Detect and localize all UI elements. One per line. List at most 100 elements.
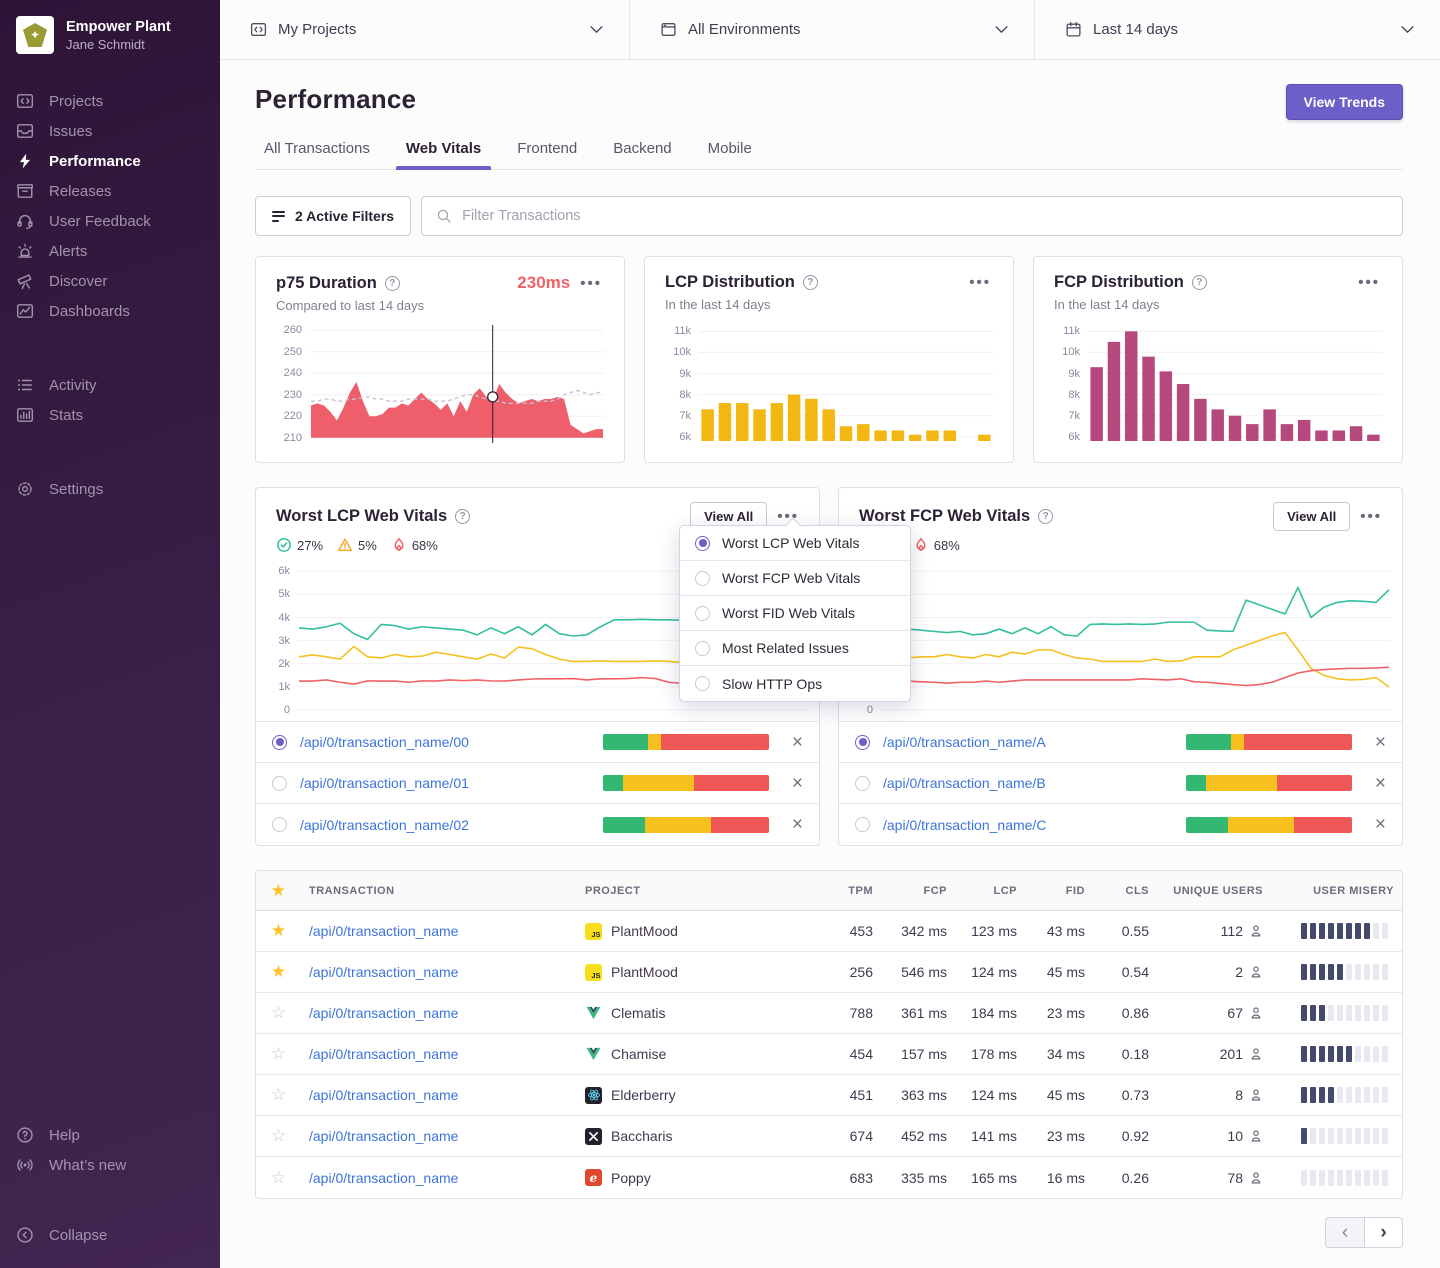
column-header[interactable]: TRANSACTION — [301, 885, 577, 897]
environment-filter-dropdown[interactable]: All Environments — [630, 0, 1035, 59]
star-icon[interactable]: ☆ — [271, 1003, 286, 1022]
project-cell[interactable]: Chamise — [577, 1046, 821, 1063]
column-header[interactable]: TPM — [821, 885, 881, 897]
card-menu-button[interactable]: ••• — [967, 273, 993, 292]
transaction-link[interactable]: /api/0/transaction_name/00 — [300, 734, 469, 750]
transaction-radio[interactable] — [855, 776, 870, 791]
transaction-link[interactable]: /api/0/transaction_name/02 — [300, 817, 469, 833]
previous-page-button[interactable]: ‹ — [1325, 1217, 1364, 1248]
project-cell[interactable]: Clematis — [577, 1005, 821, 1022]
transaction-link[interactable]: /api/0/transaction_name — [309, 923, 458, 939]
project-cell[interactable]: JSPlantMood — [577, 964, 821, 981]
close-icon[interactable]: × — [1364, 774, 1386, 793]
star-icon[interactable]: ★ — [271, 962, 286, 981]
tab-backend[interactable]: Backend — [611, 140, 673, 169]
star-icon[interactable]: ☆ — [271, 1044, 286, 1063]
dropdown-option-worst-fcp-web-vitals[interactable]: Worst FCP Web Vitals — [680, 561, 910, 596]
vitals-transaction-list: /api/0/transaction_name/00 × /api/0/tran… — [256, 721, 819, 845]
sidebar-item-what-s-new[interactable]: What’s new — [0, 1150, 220, 1180]
transaction-link[interactable]: /api/0/transaction_name — [309, 1005, 458, 1021]
org-switcher[interactable]: ✦ Empower Plant Jane Schmidt — [0, 0, 220, 64]
sidebar-item-activity[interactable]: Activity — [0, 370, 220, 400]
sidebar-collapse-button[interactable]: Collapse — [0, 1220, 220, 1250]
transaction-radio[interactable] — [855, 817, 870, 832]
column-header[interactable]: CLS — [1093, 885, 1157, 897]
help-icon[interactable]: ? — [455, 509, 470, 524]
column-header[interactable]: USER MISERY — [1271, 885, 1402, 897]
sidebar-item-discover[interactable]: Discover — [0, 266, 220, 296]
transaction-radio[interactable] — [272, 817, 287, 832]
transaction-link[interactable]: /api/0/transaction_name — [309, 1128, 458, 1144]
star-icon[interactable]: ☆ — [271, 1168, 286, 1187]
project-cell[interactable]: JSPlantMood — [577, 923, 821, 940]
help-icon[interactable]: ? — [803, 275, 818, 290]
sidebar-item-projects[interactable]: Projects — [0, 86, 220, 116]
sidebar-item-dashboards[interactable]: Dashboards — [0, 296, 220, 326]
transaction-link[interactable]: /api/0/transaction_name — [309, 1087, 458, 1103]
sidebar-item-alerts[interactable]: Alerts — [0, 236, 220, 266]
transaction-link[interactable]: /api/0/transaction_name — [309, 1046, 458, 1062]
option-radio[interactable] — [695, 536, 710, 551]
transaction-radio[interactable] — [272, 735, 287, 750]
dropdown-option-slow-http-ops[interactable]: Slow HTTP Ops — [680, 666, 910, 701]
sidebar-item-user-feedback[interactable]: User Feedback — [0, 206, 220, 236]
transaction-link[interactable]: /api/0/transaction_name/B — [883, 775, 1046, 791]
project-cell[interactable]: Elderberry — [577, 1087, 821, 1104]
vitals-transaction-row: /api/0/transaction_name/00 × — [256, 722, 819, 763]
transaction-link[interactable]: /api/0/transaction_name/C — [883, 817, 1046, 833]
transaction-radio[interactable] — [855, 735, 870, 750]
close-icon[interactable]: × — [1364, 733, 1386, 752]
star-icon[interactable]: ★ — [271, 921, 286, 940]
card-menu-button[interactable]: ••• — [578, 274, 604, 293]
help-icon[interactable]: ? — [1038, 509, 1053, 524]
sidebar-item-issues[interactable]: Issues — [0, 116, 220, 146]
sidebar-item-settings[interactable]: Settings — [0, 474, 220, 504]
sidebar-item-label: Projects — [49, 93, 103, 110]
project-cell[interactable]: Baccharis — [577, 1128, 821, 1145]
transaction-radio[interactable] — [272, 776, 287, 791]
transaction-link[interactable]: /api/0/transaction_name — [309, 964, 458, 980]
help-icon[interactable]: ? — [385, 276, 400, 291]
option-radio[interactable] — [695, 641, 710, 656]
date-filter-dropdown[interactable]: Last 14 days — [1035, 0, 1440, 59]
column-header[interactable]: UNIQUE USERS — [1157, 885, 1271, 897]
option-radio[interactable] — [695, 606, 710, 621]
column-header[interactable]: PROJECT — [577, 885, 821, 897]
sidebar-item-help[interactable]: Help — [0, 1120, 220, 1150]
sidebar-item-stats[interactable]: Stats — [0, 400, 220, 430]
active-filters-button[interactable]: 2 Active Filters — [255, 196, 411, 236]
dropdown-option-worst-fid-web-vitals[interactable]: Worst FID Web Vitals — [680, 596, 910, 631]
project-filter-dropdown[interactable]: My Projects — [220, 0, 630, 59]
card-menu-button[interactable]: ••• — [1358, 507, 1384, 526]
tab-all-transactions[interactable]: All Transactions — [262, 140, 372, 169]
sidebar-item-performance[interactable]: Performance — [0, 146, 220, 176]
view-trends-button[interactable]: View Trends — [1286, 84, 1403, 120]
transaction-link[interactable]: /api/0/transaction_name — [309, 1170, 458, 1186]
card-menu-button[interactable]: ••• — [1356, 273, 1382, 292]
close-icon[interactable]: × — [1364, 815, 1386, 834]
close-icon[interactable]: × — [781, 815, 803, 834]
transaction-link[interactable]: /api/0/transaction_name/01 — [300, 775, 469, 791]
star-icon[interactable]: ☆ — [271, 1126, 286, 1145]
transaction-link[interactable]: /api/0/transaction_name/A — [883, 734, 1046, 750]
close-icon[interactable]: × — [781, 733, 803, 752]
option-radio[interactable] — [695, 676, 710, 691]
tab-web-vitals[interactable]: Web Vitals — [404, 140, 483, 169]
option-radio[interactable] — [695, 571, 710, 586]
column-header[interactable]: FID — [1025, 885, 1093, 897]
dropdown-option-worst-lcp-web-vitals[interactable]: Worst LCP Web Vitals — [680, 526, 910, 561]
dropdown-option-most-related-issues[interactable]: Most Related Issues — [680, 631, 910, 666]
star-icon[interactable]: ☆ — [271, 1085, 286, 1104]
tab-mobile[interactable]: Mobile — [706, 140, 754, 169]
sidebar-item-releases[interactable]: Releases — [0, 176, 220, 206]
star-icon[interactable]: ★ — [271, 881, 287, 900]
column-header[interactable]: LCP — [955, 885, 1025, 897]
view-all-button[interactable]: View All — [1273, 502, 1350, 531]
next-page-button[interactable]: › — [1364, 1217, 1403, 1248]
close-icon[interactable]: × — [781, 774, 803, 793]
project-cell[interactable]: ePoppy — [577, 1169, 821, 1186]
help-icon[interactable]: ? — [1192, 275, 1207, 290]
tab-frontend[interactable]: Frontend — [515, 140, 579, 169]
search-input[interactable] — [462, 208, 1388, 224]
column-header[interactable]: FCP — [881, 885, 955, 897]
